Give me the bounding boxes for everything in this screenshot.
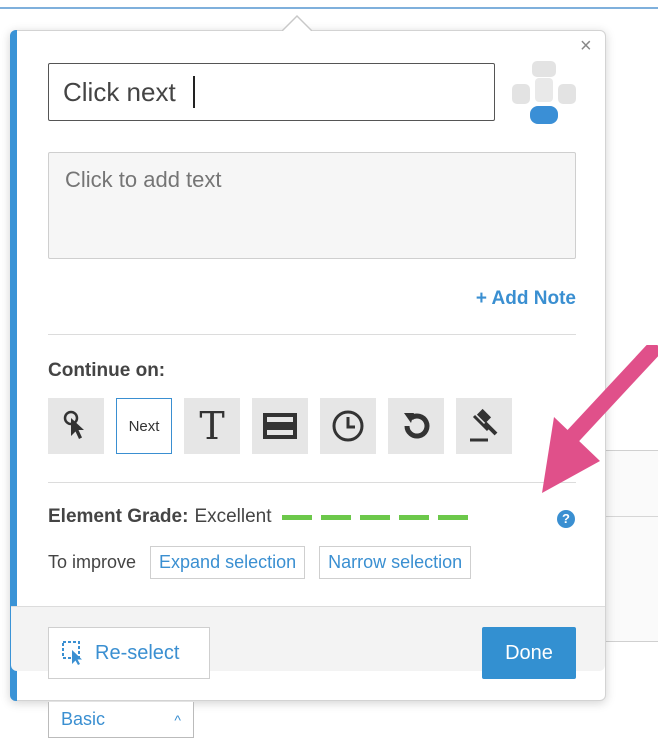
pointer-click-icon <box>63 410 84 439</box>
improve-row: To improve Expand selection Narrow selec… <box>48 546 472 579</box>
grade-bar <box>320 514 351 520</box>
continue-on-label: Continue on: <box>48 360 166 381</box>
trigger-click-button[interactable] <box>48 398 104 454</box>
input-field-icon <box>263 413 297 439</box>
trigger-next-button[interactable]: Next <box>116 398 172 454</box>
reselect-button[interactable]: Re-select <box>48 627 210 679</box>
trigger-delay-button[interactable] <box>320 398 376 454</box>
element-grade-label: Element Grade: <box>48 506 189 527</box>
trigger-next-label: Next <box>128 417 160 435</box>
text-cursor <box>193 76 195 108</box>
app-logo-icon <box>512 61 576 124</box>
step-title-input[interactable] <box>48 63 495 121</box>
text-icon: T <box>199 404 225 448</box>
basic-tab-label: Basic <box>61 709 106 729</box>
grade-bar <box>437 514 468 520</box>
popover-caret <box>282 14 312 40</box>
grade-bar <box>359 514 390 520</box>
redo-icon <box>404 413 430 439</box>
to-improve-label: To improve <box>48 552 137 572</box>
trigger-refresh-button[interactable] <box>388 398 444 454</box>
narrow-selection-button[interactable]: Narrow selection <box>319 546 472 579</box>
continue-trigger-options: Next T <box>48 398 512 454</box>
done-button[interactable]: Done <box>482 627 576 679</box>
trigger-rule-button[interactable] <box>456 398 512 454</box>
expand-selection-button[interactable]: Expand selection <box>150 546 306 579</box>
annotation-arrow <box>542 345 658 493</box>
background-top-line <box>0 7 658 9</box>
section-divider <box>48 482 576 483</box>
basic-mode-tab[interactable]: Basic ^ <box>48 702 194 738</box>
grade-meter <box>281 514 468 520</box>
popover-accent-bar <box>10 30 17 701</box>
element-grade-value: Excellent <box>194 506 272 527</box>
clock-icon <box>332 410 364 442</box>
grade-bar <box>398 514 429 520</box>
help-icon[interactable]: ? <box>557 510 575 528</box>
gavel-icon <box>470 408 498 442</box>
grade-bar <box>281 514 312 520</box>
step-description-textarea[interactable] <box>48 152 576 259</box>
reselect-icon <box>62 641 82 665</box>
element-grade: Element Grade: Excellent <box>48 506 468 528</box>
reselect-label: Re-select <box>95 641 180 664</box>
add-note-link[interactable]: + Add Note <box>476 288 576 310</box>
section-divider <box>48 334 576 335</box>
trigger-text-button[interactable]: T <box>184 398 240 454</box>
chevron-up-icon: ^ <box>174 711 181 728</box>
background-divider <box>606 516 658 517</box>
trigger-input-button[interactable] <box>252 398 308 454</box>
close-button[interactable]: × <box>580 36 592 56</box>
